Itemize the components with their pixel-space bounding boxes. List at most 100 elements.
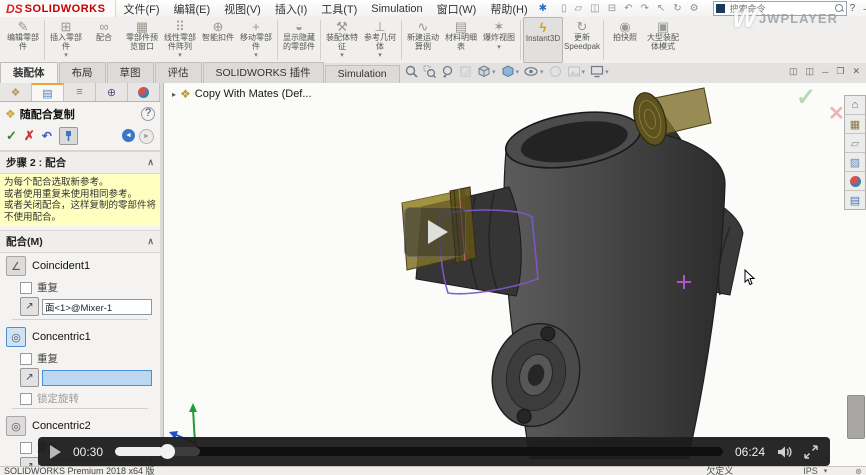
panel-help-icon[interactable]: ? xyxy=(141,107,155,121)
menu-tools[interactable]: 工具(T) xyxy=(314,1,364,17)
menu-insert[interactable]: 插入(I) xyxy=(268,1,314,17)
mate-button[interactable]: ∞ 配合 xyxy=(85,17,123,63)
checkbox[interactable] xyxy=(20,442,32,454)
menu-view[interactable]: 视图(V) xyxy=(217,1,268,17)
forward-arrow-button[interactable]: ► xyxy=(139,129,154,144)
bill-of-materials-button[interactable]: ▤ 材料明细表 xyxy=(442,17,480,63)
chevron-down-icon[interactable]: ▾ xyxy=(540,68,544,76)
tab-evaluate[interactable]: 评估 xyxy=(155,62,202,83)
mate-reference-field-active[interactable] xyxy=(42,370,152,386)
previous-view-icon[interactable] xyxy=(441,65,454,78)
collapse-icon[interactable]: ∧ xyxy=(147,157,154,168)
tab-assembly[interactable]: 装配体 xyxy=(0,62,58,83)
chevron-down-icon[interactable]: ▾ xyxy=(378,52,382,59)
rebuild-icon[interactable]: ↻ xyxy=(669,3,685,14)
exploded-view-button[interactable]: ✶ 爆炸视图 ▾ xyxy=(480,17,518,63)
back-arrow-button[interactable]: ◄ xyxy=(122,129,135,142)
view-orientation-icon[interactable]: ▾ xyxy=(477,65,496,78)
zoom-to-area-icon[interactable] xyxy=(423,65,436,78)
ok-button[interactable]: ✓ xyxy=(6,128,17,144)
video-play-overlay-button[interactable] xyxy=(404,207,466,257)
tab-solidworks-addins[interactable]: SOLIDWORKS 插件 xyxy=(203,62,324,83)
chevron-down-icon[interactable]: ▾ xyxy=(178,52,182,59)
tab-property-manager[interactable]: ▤ xyxy=(32,83,64,101)
menu-edit[interactable]: 编辑(E) xyxy=(167,1,218,17)
reference-geometry-button[interactable]: ⊥ 参考几何体 ▾ xyxy=(361,17,399,63)
checkbox[interactable] xyxy=(20,393,32,405)
volume-icon[interactable] xyxy=(777,445,794,459)
tab-simulation[interactable]: Simulation xyxy=(325,65,400,83)
view-settings-icon[interactable]: ▾ xyxy=(590,65,609,78)
options-gear-icon[interactable]: ⚙ xyxy=(686,3,703,14)
linear-component-pattern-button[interactable]: ⠿ 线性零部件阵列 ▾ xyxy=(161,17,199,63)
chevron-down-icon[interactable]: ▾ xyxy=(605,68,609,76)
tab-display-manager[interactable] xyxy=(128,83,160,101)
chevron-down-icon[interactable]: ▾ xyxy=(254,52,258,59)
chevron-down-icon[interactable]: ▾ xyxy=(497,44,501,51)
mates-section-header[interactable]: 配合(M) ∧ xyxy=(0,230,160,253)
chevron-down-icon[interactable]: ▾ xyxy=(492,68,496,76)
open-icon[interactable]: ▱ xyxy=(571,3,587,14)
status-options-icon[interactable]: ⊛ xyxy=(855,467,862,475)
checkbox[interactable] xyxy=(20,282,32,294)
tab-appearances-scenes[interactable] xyxy=(845,172,865,191)
chevron-down-icon[interactable]: ▾ xyxy=(516,68,520,76)
select-reference-icon[interactable]: ↗ xyxy=(20,457,39,466)
confirm-ok-icon[interactable]: ✓ xyxy=(796,83,816,112)
seek-handle[interactable] xyxy=(160,444,175,459)
help-icon[interactable]: ? xyxy=(847,3,859,14)
tab-sketch[interactable]: 草图 xyxy=(107,62,154,83)
minimize-button[interactable]: ─ xyxy=(858,4,866,14)
menu-help[interactable]: 帮助(H) xyxy=(483,1,534,17)
seek-bar[interactable] xyxy=(115,447,723,456)
chevron-down-icon[interactable]: ▾ xyxy=(824,467,828,475)
insert-components-button[interactable]: ⊞ 插入零部件 ▾ xyxy=(47,17,85,63)
instant3d-button[interactable]: ϟ Instant3D xyxy=(523,17,563,63)
collapse-icon[interactable]: ∧ xyxy=(147,236,154,247)
edit-appearance-icon[interactable] xyxy=(549,65,562,78)
new-file-icon[interactable]: ▯ xyxy=(557,3,571,14)
select-reference-icon[interactable]: ↗ xyxy=(20,297,39,316)
tab-dimxpert-manager[interactable]: ⊕ xyxy=(96,83,128,101)
chevron-down-icon[interactable]: ▾ xyxy=(582,68,586,76)
move-component-button[interactable]: + 移动零部件 ▾ xyxy=(237,17,275,63)
play-button[interactable] xyxy=(50,445,61,459)
lock-rotation-checkbox-row[interactable]: 锁定旋转 xyxy=(20,391,154,406)
undo-icon[interactable]: ↶ xyxy=(620,3,636,14)
assembly-features-button[interactable]: ⚒ 装配体特征 ▾ xyxy=(323,17,361,63)
confirm-cancel-icon[interactable]: ✕ xyxy=(828,101,845,126)
display-style-icon[interactable]: ▾ xyxy=(501,65,520,78)
edit-component-button[interactable]: ✎ 编辑零部件 xyxy=(4,17,42,63)
chevron-down-icon[interactable]: ▾ xyxy=(64,52,68,59)
graphics-viewport[interactable]: ▸ ❖ Copy With Mates (Def... xyxy=(164,83,866,466)
redo-icon[interactable]: ↷ xyxy=(636,3,652,14)
checkbox[interactable] xyxy=(20,353,32,365)
zoom-to-fit-icon[interactable] xyxy=(405,65,418,78)
doc-close-button[interactable]: ✕ xyxy=(852,66,860,77)
tab-design-library[interactable]: ▦ xyxy=(845,115,865,134)
select-icon[interactable]: ↖ xyxy=(653,3,669,14)
hide-show-items-icon[interactable]: ▾ xyxy=(524,65,544,78)
smart-fasteners-button[interactable]: ⊕ 智能扣件 xyxy=(199,17,237,63)
take-snapshot-button[interactable]: ◉ 拍快照 xyxy=(606,17,644,63)
cancel-button[interactable]: ✗ xyxy=(24,128,35,144)
step-section-header[interactable]: 步骤 2 : 配合 ∧ xyxy=(0,151,160,174)
print-icon[interactable]: ⊟ xyxy=(604,3,620,14)
save-icon[interactable]: ◫ xyxy=(586,3,603,14)
update-speedpak-button[interactable]: ↻ 更新 Speedpak xyxy=(563,17,601,63)
undo-button[interactable]: ↶ xyxy=(42,129,52,143)
tab-configuration-manager[interactable]: ≡ xyxy=(64,83,96,101)
select-reference-icon[interactable]: ↗ xyxy=(20,368,39,387)
large-assembly-mode-button[interactable]: ▣ 大型装配体模式 xyxy=(644,17,682,63)
tab-file-explorer[interactable]: ▱ xyxy=(845,134,865,153)
doc-restore-button[interactable]: ❐ xyxy=(836,66,844,77)
viewport-scrollbar-handle[interactable] xyxy=(847,395,865,439)
menu-pin-icon[interactable]: ✱ xyxy=(539,3,547,14)
tab-layout[interactable]: 布局 xyxy=(59,62,106,83)
chevron-down-icon[interactable]: ▾ xyxy=(340,52,344,59)
repeat-checkbox-row[interactable]: 重复 xyxy=(20,280,154,295)
tab-custom-properties[interactable]: ▤ xyxy=(845,191,865,209)
repeat-checkbox-row[interactable]: 重复 xyxy=(20,351,154,366)
section-view-icon[interactable] xyxy=(459,65,472,78)
keep-visible-pin-button[interactable] xyxy=(59,127,78,145)
